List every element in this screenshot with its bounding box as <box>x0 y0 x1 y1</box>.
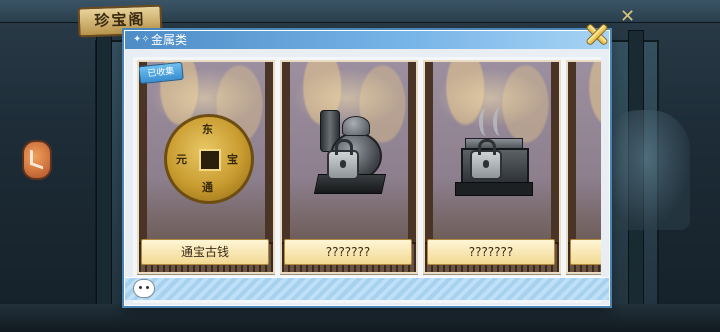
burner-base <box>455 182 533 196</box>
teapot-lid <box>342 116 370 136</box>
panel-bottom-strip <box>125 277 609 300</box>
coin-character: 宝 <box>227 153 238 166</box>
mascot-icon[interactable] <box>133 279 155 298</box>
background-character <box>600 110 690 230</box>
panel-title: 金属类 <box>151 33 188 47</box>
sparkle-icon: ✦✧ <box>133 34 150 45</box>
background-pillar <box>96 30 112 322</box>
coin-character: 元 <box>176 153 187 166</box>
lock-icon <box>327 139 359 180</box>
collection-card-coin[interactable]: 已收集 东 宝 通 元 通宝古钱 <box>137 60 275 274</box>
coin-character: 通 <box>202 181 213 194</box>
collection-card-locked[interactable]: ??????? <box>280 60 418 274</box>
coin-character: 东 <box>202 123 213 136</box>
background-close-icon: ✕ <box>620 6 636 27</box>
smoke-decoration <box>479 108 493 136</box>
card-name-label: 通宝古钱 <box>141 239 269 265</box>
card-name-label: ??????? <box>284 239 412 265</box>
side-arrow-icon[interactable] <box>22 140 52 180</box>
ancient-coin-icon: 东 宝 通 元 <box>164 114 254 204</box>
close-button[interactable] <box>582 20 609 47</box>
smoke-decoration <box>493 108 507 136</box>
card-name-label <box>570 239 601 265</box>
coin-hole <box>199 149 221 171</box>
background-floor <box>0 304 720 332</box>
collection-card-partial[interactable] <box>566 60 601 274</box>
card-name-label: ??????? <box>427 239 555 265</box>
lock-icon <box>470 139 502 180</box>
collection-card-locked[interactable]: ??????? <box>423 60 561 274</box>
collection-panel: ✦✧ 金属类 已收集 东 宝 通 元 通宝古钱 ??????? ??????? <box>124 30 610 306</box>
cards-scroll-area[interactable]: 已收集 东 宝 通 元 通宝古钱 ??????? ??????? <box>133 57 601 303</box>
panel-header: ✦✧ 金属类 <box>125 31 609 49</box>
